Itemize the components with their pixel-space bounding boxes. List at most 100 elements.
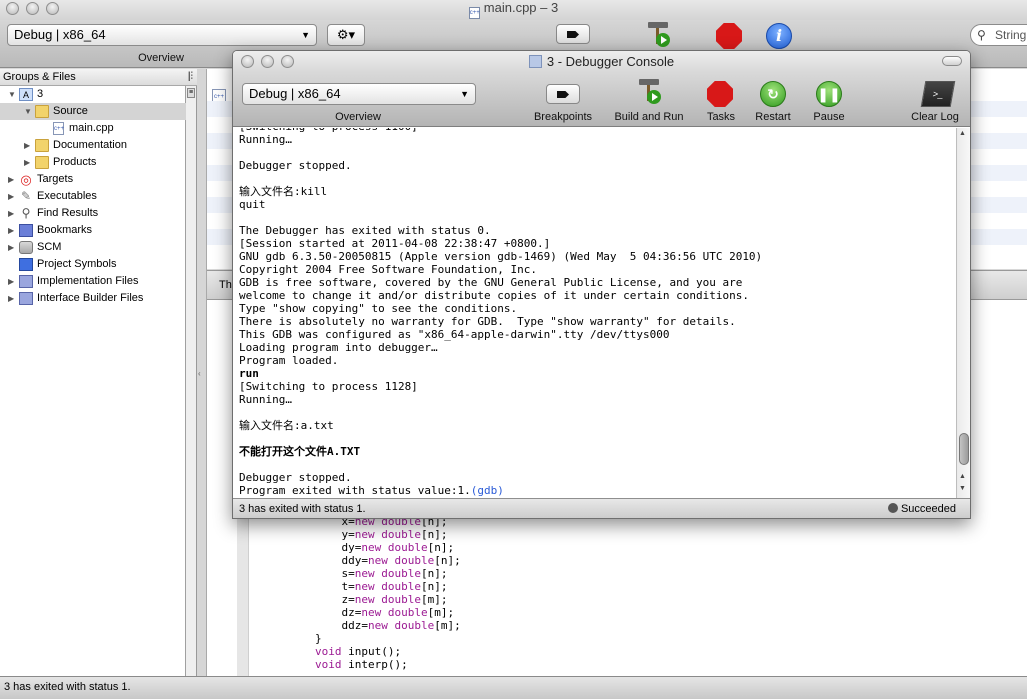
folder-icon: [35, 156, 49, 169]
disclosure-closed-icon[interactable]: ▶: [8, 273, 14, 290]
disclosure-closed-icon[interactable]: ▶: [8, 290, 14, 307]
tree-item-find-results[interactable]: ▶ ⚲ Find Results: [0, 205, 186, 222]
debugger-status-bar: 3 has exited with status 1. Succeeded: [233, 498, 970, 518]
scroll-up-arrow-icon[interactable]: ▲: [959, 473, 966, 480]
console-line: [Session started at 2011-04-08 22:38:47 …: [239, 237, 551, 250]
code-line: z=new double[m];: [262, 593, 448, 606]
overview-label: Overview: [335, 111, 381, 123]
console-line: Debugger stopped.: [239, 159, 352, 172]
tree-item-products[interactable]: ▶ Products: [0, 154, 186, 171]
debugger-minimize-button[interactable]: [261, 55, 274, 68]
tree-item-interface-builder-files[interactable]: ▶ Interface Builder Files: [0, 290, 186, 307]
editor-tab-label[interactable]: Th: [219, 279, 232, 291]
build-status-icon: [887, 503, 898, 513]
toolbar-toggle-button[interactable]: [942, 56, 962, 66]
sidebar-header-label: Groups & Files: [3, 71, 76, 83]
scroll-up-arrow-icon[interactable]: ▲: [959, 130, 966, 137]
code-line: dy=new double[n];: [262, 541, 455, 554]
debugger-title: 3 - Debugger Console: [546, 54, 675, 69]
list-icon[interactable]: ≡: [187, 88, 195, 98]
console-line: Loading program into debugger…: [239, 341, 438, 354]
groups-files-header: Groups & Files |⫶: [0, 69, 197, 86]
console-line: The Debugger has exited with status 0.: [239, 224, 491, 237]
disclosure-open-icon[interactable]: ▼: [8, 86, 16, 103]
breakpoints-button-label[interactable]: Breakpoints: [525, 111, 601, 123]
bookmark-icon: [19, 224, 33, 237]
debugger-zoom-button[interactable]: [281, 55, 294, 68]
tree-item-scm[interactable]: ▶ SCM: [0, 239, 186, 256]
disclosure-closed-icon[interactable]: ▶: [8, 239, 14, 256]
tree-item-targets[interactable]: ▶ ◎ Targets: [0, 171, 186, 188]
info-icon[interactable]: i: [766, 23, 792, 49]
code-line: }: [262, 632, 322, 645]
console-line: 输入文件名:a.txt: [239, 419, 334, 432]
console-output[interactable]: [Switching to process 1100]Running… Debu…: [233, 128, 956, 498]
clear-log-button-label[interactable]: Clear Log: [905, 111, 965, 123]
disclosure-closed-icon[interactable]: ▶: [8, 222, 14, 239]
tree-item-project-symbols[interactable]: Project Symbols: [0, 256, 186, 273]
main-status-bar: 3 has exited with status 1.: [0, 676, 1027, 699]
tree-item-implementation-files[interactable]: ▶ Implementation Files: [0, 273, 186, 290]
tree-item-label: main.cpp: [69, 122, 114, 134]
tree-item-documentation[interactable]: ▶ Documentation: [0, 137, 186, 154]
search-field[interactable]: ⚲ String: [970, 24, 1027, 46]
active-config-popup[interactable]: Debug | x86_64 ▼: [7, 24, 317, 46]
tree-item-executables[interactable]: ▶ ✎ Executables: [0, 188, 186, 205]
smart-group-icon: [19, 275, 33, 288]
tree-item-bookmarks[interactable]: ▶ Bookmarks: [0, 222, 186, 239]
tree-item-label: 3: [37, 88, 44, 100]
pause-icon[interactable]: ❚❚: [816, 81, 842, 107]
disclosure-closed-icon[interactable]: ▶: [8, 188, 14, 205]
disclosure-closed-icon[interactable]: ▶: [24, 154, 30, 171]
console-line: GDB is free software, covered by the GNU…: [239, 276, 743, 289]
config-popup-label: Debug | x86_64: [14, 27, 106, 42]
tasks-stop-icon[interactable]: [716, 23, 742, 49]
restart-icon[interactable]: ↻: [760, 81, 786, 107]
tree-item-project[interactable]: ▼ A 3: [0, 86, 186, 103]
cpp-file-icon: c++: [53, 122, 64, 135]
project-icon: A: [19, 88, 33, 101]
console-line: Program loaded.: [239, 354, 339, 367]
action-gear-button[interactable]: ⚙▾: [327, 24, 365, 46]
tree-item-main-cpp[interactable]: c++ main.cpp: [0, 120, 186, 137]
debugger-close-button[interactable]: [241, 55, 254, 68]
disclosure-open-icon[interactable]: ▼: [24, 103, 32, 120]
disclosure-closed-icon[interactable]: ▶: [8, 171, 14, 188]
debugger-config-popup[interactable]: Debug | x86_64 ▼: [242, 83, 476, 105]
disclosure-closed-icon[interactable]: ▶: [24, 137, 30, 154]
tree-item-label: Bookmarks: [37, 224, 93, 236]
clear-log-icon[interactable]: >_: [920, 81, 956, 107]
console-scrollbar[interactable]: ▲ ▲ ▼: [956, 128, 970, 498]
folder-icon: [35, 139, 49, 152]
code-line: t=new double[n];: [262, 580, 448, 593]
gear-icon: ⚙▾: [336, 27, 356, 42]
tree-item-source[interactable]: ▼ Source: [0, 103, 186, 120]
build-and-run-icon[interactable]: [643, 20, 673, 48]
code-line: dz=new double[m];: [262, 606, 455, 619]
build-and-run-icon[interactable]: [634, 77, 664, 105]
breakpoints-arrow-icon[interactable]: [556, 24, 590, 44]
sidebar-scrollbar[interactable]: ≡: [186, 86, 197, 676]
scroll-down-arrow-icon[interactable]: ▼: [959, 485, 966, 492]
debugger-toolbar: Debug | x86_64 ▼ Overview Breakpoints Bu…: [233, 73, 970, 127]
resize-handle-icon[interactable]: ‹: [198, 369, 201, 378]
tasks-stop-icon[interactable]: [707, 81, 733, 107]
scm-icon: [19, 241, 33, 254]
tree-item-label: Project Symbols: [37, 258, 117, 270]
editor-split-gutter: ‹: [197, 69, 207, 676]
build-and-run-button-label[interactable]: Build and Run: [606, 111, 692, 123]
disclosure-closed-icon[interactable]: ▶: [8, 205, 14, 222]
restart-button-label[interactable]: Restart: [748, 111, 798, 123]
tree-item-label: Interface Builder Files: [37, 292, 144, 304]
debugger-console-window: 3 - Debugger Console Debug | x86_64 ▼ Ov…: [232, 50, 971, 519]
tasks-button-label[interactable]: Tasks: [699, 111, 743, 123]
scroll-thumb[interactable]: [959, 433, 969, 465]
tree-item-label: Executables: [37, 190, 97, 202]
pause-button-label[interactable]: Pause: [806, 111, 852, 123]
tree-item-label: Documentation: [53, 139, 127, 151]
resize-grip-icon[interactable]: |⫶: [188, 69, 193, 85]
breakpoints-arrow-icon[interactable]: [546, 84, 580, 104]
popup-arrow-icon: ▼: [301, 30, 310, 40]
